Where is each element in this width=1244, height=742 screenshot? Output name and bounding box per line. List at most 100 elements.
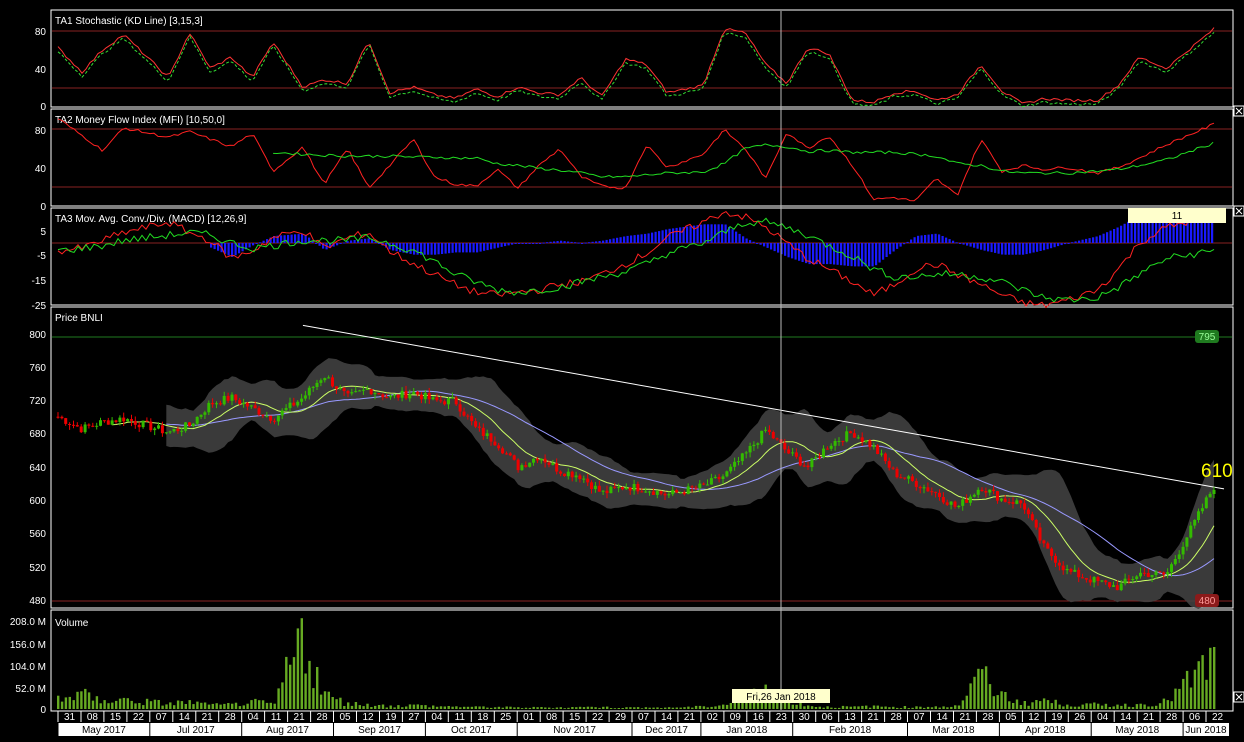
macd-histogram-bar	[679, 227, 682, 243]
volume-bar	[571, 707, 574, 709]
date-tick-label: 08	[87, 712, 99, 723]
date-tick-label: 28	[891, 712, 903, 723]
volume-bar	[946, 707, 949, 709]
stoch-tick-label: 0	[40, 102, 46, 113]
candle-body	[791, 452, 795, 454]
volume-bar	[903, 706, 907, 709]
macd-histogram-bar	[392, 243, 395, 251]
volume-bar	[420, 705, 423, 709]
macd-histogram-bar	[630, 235, 633, 243]
close-panel-icon[interactable]	[1233, 691, 1244, 703]
macd-histogram-bar	[990, 243, 993, 253]
candle-body	[1135, 576, 1139, 579]
macd-histogram-bar	[672, 228, 675, 243]
macd-histogram-bar	[763, 243, 766, 247]
macd-histogram-bar	[836, 243, 839, 265]
close-panel-icon[interactable]	[1233, 205, 1244, 217]
candle-body	[737, 461, 740, 463]
volume-bar	[934, 706, 937, 709]
volume-bar	[200, 702, 203, 709]
candle-body	[1007, 501, 1011, 503]
date-tick-label: 12	[362, 712, 374, 723]
volume-bar	[551, 708, 555, 709]
candle-body	[133, 420, 137, 425]
candle-body	[354, 391, 358, 393]
volume-bar	[354, 702, 358, 709]
macd-histogram-bar	[346, 241, 349, 243]
candle-body	[1038, 527, 1042, 541]
date-tick-label: 27	[408, 712, 420, 723]
macd-histogram-bar	[889, 243, 892, 255]
candle-body	[253, 405, 257, 409]
candle-body	[311, 386, 315, 388]
volume-bar	[586, 706, 590, 709]
candle-body	[590, 482, 593, 489]
date-tick-label: 07	[913, 712, 925, 723]
volume-bar	[1058, 704, 1061, 709]
macd-histogram-bar	[553, 241, 556, 243]
macd-histogram-bar	[966, 243, 969, 246]
candle-body	[1119, 583, 1123, 591]
volume-bar	[466, 706, 470, 709]
date-tick-label: 26	[1074, 712, 1086, 723]
macd-histogram-bar	[773, 243, 776, 252]
candle-body	[126, 419, 130, 422]
crosshair-date-label: Fri,26 Jan 2018	[746, 692, 816, 703]
date-tick-label: 02	[707, 712, 719, 723]
macd-histogram-bar	[983, 243, 986, 251]
macd-histogram-bar	[430, 243, 433, 255]
candle-body	[450, 397, 454, 399]
volume-bar	[729, 703, 733, 709]
volume-bar	[896, 707, 899, 709]
candle-body	[1104, 580, 1108, 583]
volume-bar	[296, 628, 300, 709]
candle-body	[273, 420, 276, 422]
candle-body	[825, 448, 829, 450]
volume-bar	[919, 706, 922, 709]
candle-body	[369, 389, 373, 395]
candle-body	[1054, 555, 1057, 563]
volume-tick-label: 156.0 M	[10, 640, 46, 651]
candle-body	[288, 402, 292, 409]
candle-body	[918, 486, 922, 489]
candle-body	[740, 453, 744, 462]
volume-bar	[1100, 705, 1104, 709]
volume-bar	[405, 706, 408, 709]
candle-body	[586, 478, 590, 483]
macd-histogram-bar	[1109, 230, 1112, 243]
volume-bar	[513, 707, 516, 709]
volume-bar	[258, 700, 261, 709]
volume-bar	[459, 707, 462, 709]
macd-histogram-bar	[934, 233, 937, 243]
macd-histogram-bar	[595, 241, 598, 243]
volume-bar	[118, 698, 122, 709]
date-tick-label: 28	[225, 712, 237, 723]
volume-bar	[122, 697, 126, 709]
close-panel-icon[interactable]	[1233, 105, 1244, 117]
volume-bar	[1019, 705, 1023, 709]
candle-body	[744, 452, 748, 454]
macd-histogram-bar	[570, 241, 573, 243]
volume-bars	[57, 618, 1216, 709]
macd-histogram-bar	[703, 224, 706, 243]
volume-bar	[899, 708, 903, 709]
macd-histogram-bar	[752, 241, 755, 243]
volume-bar	[234, 702, 238, 709]
candle-body	[860, 437, 864, 442]
candle-body	[976, 489, 980, 495]
volume-bar	[849, 706, 852, 709]
candle-body	[868, 440, 872, 447]
date-tick-label: 01	[523, 712, 535, 723]
date-tick-label: 16	[753, 712, 765, 723]
volume-bar	[977, 668, 980, 709]
candle-body	[269, 415, 273, 421]
candle-body	[284, 408, 288, 411]
macd-histogram-bar	[451, 243, 454, 253]
volume-bar	[679, 707, 682, 709]
macd-histogram-bar	[924, 235, 927, 243]
volume-bar	[157, 700, 160, 709]
candle-body	[903, 477, 907, 479]
candle-body	[709, 478, 713, 485]
candle-body	[145, 420, 149, 422]
volume-bar	[594, 707, 597, 709]
